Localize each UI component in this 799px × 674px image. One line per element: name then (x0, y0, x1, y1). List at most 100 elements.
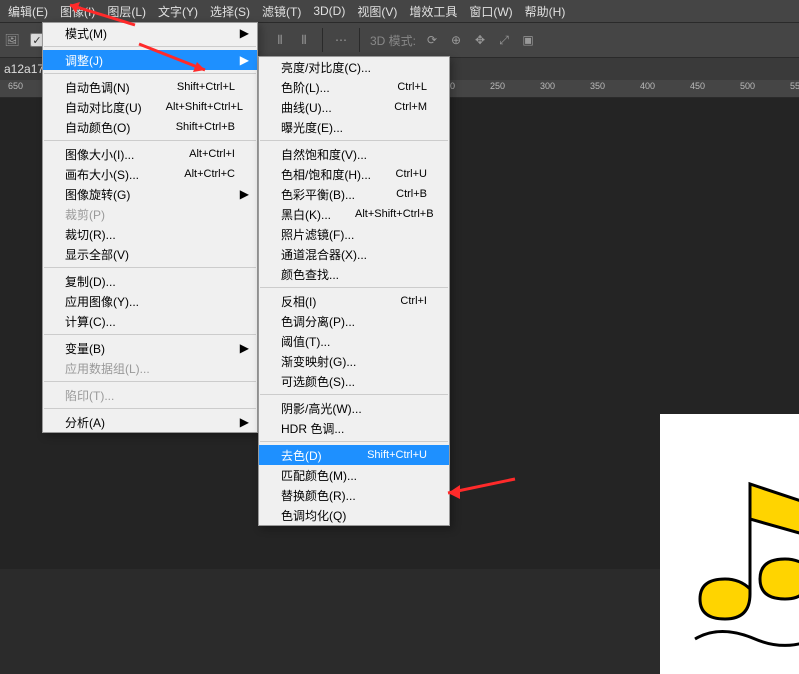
menu-item[interactable]: 照片滤镜(F)... (259, 224, 449, 244)
orbit-icon[interactable]: ⟳ (422, 30, 442, 50)
move-icon[interactable]: ✥ (470, 30, 490, 50)
menu-shortcut: Shift+Ctrl+U (343, 449, 427, 461)
menu-item[interactable]: 自然饱和度(V)... (259, 144, 449, 164)
menu-item[interactable]: 画布大小(S)...Alt+Ctrl+C (43, 164, 257, 184)
menu-item[interactable]: 应用图像(Y)... (43, 291, 257, 311)
menu-item-label: 应用数据组(L)... (65, 360, 235, 377)
menu-item[interactable]: 替换颜色(R)... (259, 485, 449, 505)
menu-item[interactable]: 裁切(R)... (43, 224, 257, 244)
menu-item[interactable]: 匹配颜色(M)... (259, 465, 449, 485)
menu-item-label: 色阶(L)... (281, 79, 373, 96)
menu-item-label: 色调分离(P)... (281, 313, 427, 330)
menu-item[interactable]: 曲线(U)...Ctrl+M (259, 97, 449, 117)
menu-item[interactable]: 复制(D)... (43, 271, 257, 291)
menu-item[interactable]: 选择(S) (204, 0, 256, 23)
menu-item[interactable]: 编辑(E) (2, 0, 54, 23)
menu-item-label: 色相/饱和度(H)... (281, 166, 372, 183)
menu-item-label: 陷印(T)... (65, 387, 235, 404)
adjustments-submenu: 亮度/对比度(C)...色阶(L)...Ctrl+L曲线(U)...Ctrl+M… (258, 56, 450, 526)
menu-item[interactable]: 图像大小(I)...Alt+Ctrl+I (43, 144, 257, 164)
menu-item[interactable]: 阈值(T)... (259, 331, 449, 351)
menu-item-label: 模式(M) (65, 25, 235, 42)
menu-item[interactable]: 变量(B)▶ (43, 338, 257, 358)
menu-item[interactable]: 模式(M)▶ (43, 23, 257, 43)
menu-item-label: 颜色查找... (281, 266, 427, 283)
menu-shortcut: Alt+Ctrl+I (165, 148, 235, 160)
menu-item-label: 黑白(K)... (281, 206, 331, 223)
menu-item-label: 自动颜色(O) (65, 119, 152, 136)
ruler-tick: 550 (790, 81, 799, 91)
menu-item[interactable]: 窗口(W) (463, 0, 518, 23)
distribute-icon[interactable]: ⫴ (270, 30, 290, 50)
menu-item-label: 照片滤镜(F)... (281, 226, 427, 243)
menu-item[interactable]: 计算(C)... (43, 311, 257, 331)
menu-item-label: 可选颜色(S)... (281, 373, 427, 390)
menu-item[interactable]: 通道混合器(X)... (259, 244, 449, 264)
menu-item[interactable]: 自动对比度(U)Alt+Shift+Ctrl+L (43, 97, 257, 117)
menu-item-label: 图像大小(I)... (65, 146, 165, 163)
menu-item-label: 阴影/高光(W)... (281, 400, 427, 417)
ruler-tick: 350 (590, 81, 605, 91)
ruler-tick: 400 (640, 81, 655, 91)
menu-item[interactable]: 渐变映射(G)... (259, 351, 449, 371)
menu-item[interactable]: 亮度/对比度(C)... (259, 57, 449, 77)
menu-shortcut: Alt+Shift+Ctrl+B (331, 208, 434, 220)
menu-item-label: 裁切(R)... (65, 226, 235, 243)
tool-preset-icon[interactable]: 🖼 (2, 30, 22, 50)
menu-item[interactable]: 色阶(L)...Ctrl+L (259, 77, 449, 97)
menu-item[interactable]: 3D(D) (307, 1, 351, 21)
menu-item-label: 计算(C)... (65, 313, 235, 330)
menu-item[interactable]: 图像(I) (54, 0, 101, 23)
scale-icon[interactable]: ⤢ (494, 30, 514, 50)
menu-item[interactable]: 帮助(H) (519, 0, 572, 23)
ruler-tick: 500 (740, 81, 755, 91)
image-menu: 模式(M)▶调整(J)▶自动色调(N)Shift+Ctrl+L自动对比度(U)A… (42, 22, 258, 433)
menu-item[interactable]: 自动色调(N)Shift+Ctrl+L (43, 77, 257, 97)
menu-item[interactable]: 自动颜色(O)Shift+Ctrl+B (43, 117, 257, 137)
menu-item-label: 色彩平衡(B)... (281, 186, 372, 203)
menu-item[interactable]: 去色(D)Shift+Ctrl+U (259, 445, 449, 465)
distribute-icon[interactable]: ⫴ (294, 30, 314, 50)
menu-item[interactable]: 色调分离(P)... (259, 311, 449, 331)
menu-item[interactable]: 调整(J)▶ (43, 50, 257, 70)
menu-item: 裁剪(P) (43, 204, 257, 224)
menu-item[interactable]: 图层(L) (101, 0, 152, 23)
menu-item-label: 曝光度(E)... (281, 119, 427, 136)
menu-item-label: 画布大小(S)... (65, 166, 160, 183)
menu-item[interactable]: 色调均化(Q) (259, 505, 449, 525)
menu-item-label: 去色(D) (281, 447, 343, 464)
menu-item[interactable]: 可选颜色(S)... (259, 371, 449, 391)
submenu-arrow-icon: ▶ (240, 187, 249, 201)
menu-bar: 编辑(E)图像(I)图层(L)文字(Y)选择(S)滤镜(T)3D(D)视图(V)… (0, 0, 799, 22)
pan-icon[interactable]: ⊕ (446, 30, 466, 50)
menu-item[interactable]: 滤镜(T) (256, 0, 307, 23)
document (660, 414, 799, 674)
menu-item[interactable]: 分析(A)▶ (43, 412, 257, 432)
more-icon[interactable]: ⋯ (331, 30, 351, 50)
menu-item-label: 反相(I) (281, 293, 376, 310)
menu-item[interactable]: 色相/饱和度(H)...Ctrl+U (259, 164, 449, 184)
menu-item[interactable]: 阴影/高光(W)... (259, 398, 449, 418)
menu-item[interactable]: 黑白(K)...Alt+Shift+Ctrl+B (259, 204, 449, 224)
camera-icon[interactable]: ▣ (518, 30, 538, 50)
menu-item[interactable]: HDR 色调... (259, 418, 449, 438)
menu-item[interactable]: 视图(V) (351, 0, 403, 23)
menu-item-label: 替换颜色(R)... (281, 487, 427, 504)
menu-item[interactable]: 显示全部(V) (43, 244, 257, 264)
menu-item-label: 显示全部(V) (65, 246, 235, 263)
menu-item[interactable]: 颜色查找... (259, 264, 449, 284)
document-tab[interactable]: a12a17f (4, 62, 47, 76)
menu-item-label: 曲线(U)... (281, 99, 370, 116)
menu-item[interactable]: 曝光度(E)... (259, 117, 449, 137)
menu-shortcut: Ctrl+U (372, 168, 427, 180)
menu-item[interactable]: 图像旋转(G) ▶ (43, 184, 257, 204)
menu-shortcut: Alt+Ctrl+C (160, 168, 235, 180)
menu-item[interactable]: 色彩平衡(B)...Ctrl+B (259, 184, 449, 204)
menu-shortcut: Ctrl+I (376, 295, 427, 307)
menu-item-label: 图像旋转(G) (65, 186, 235, 203)
menu-item[interactable]: 反相(I)Ctrl+I (259, 291, 449, 311)
menu-item-label: HDR 色调... (281, 420, 427, 437)
menu-item[interactable]: 文字(Y) (152, 0, 204, 23)
menu-shortcut: Alt+Shift+Ctrl+L (142, 101, 243, 113)
menu-item[interactable]: 增效工具 (403, 0, 463, 23)
